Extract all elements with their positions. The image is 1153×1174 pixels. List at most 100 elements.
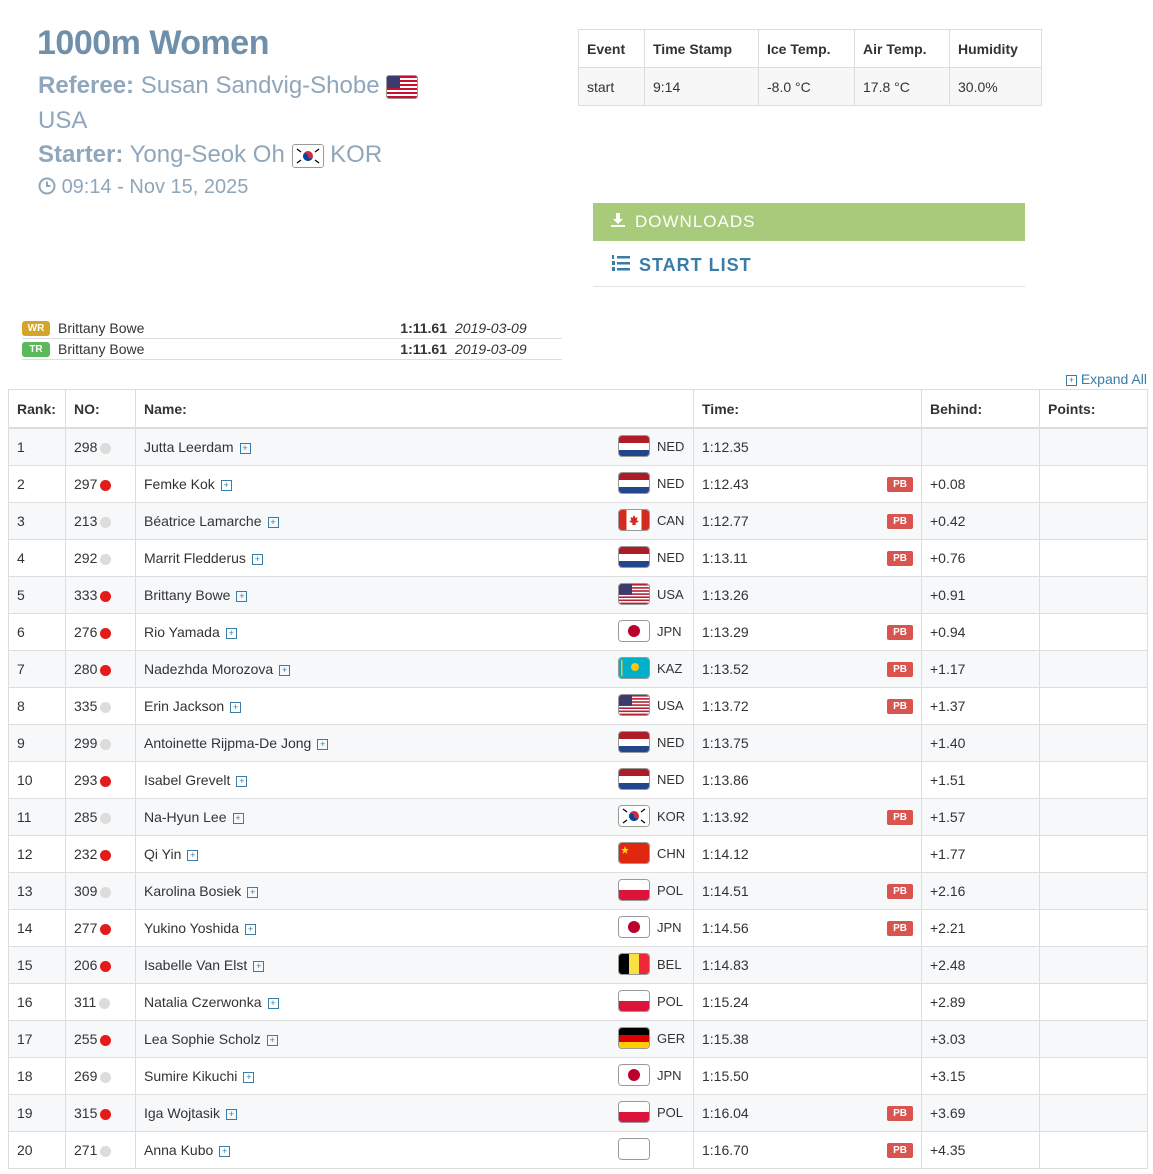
points-cell — [1039, 687, 1148, 725]
skater-name[interactable]: Iga Wojtasik — [144, 1105, 220, 1121]
nationality-code: JPN — [657, 623, 682, 639]
skater-name[interactable]: Marrit Fledderus — [144, 550, 246, 566]
behind-cell: +1.57 — [921, 798, 1040, 836]
expand-row-icon[interactable]: + — [317, 738, 329, 750]
behind-cell: +2.16 — [921, 872, 1040, 910]
expand-row-icon[interactable]: + — [279, 664, 291, 676]
expand-row-icon[interactable]: + — [243, 1071, 255, 1083]
skater-name[interactable]: Isabelle Van Elst — [144, 957, 247, 973]
skater-name[interactable]: Sumire Kikuchi — [144, 1068, 237, 1084]
skater-name[interactable]: Karolina Bosiek — [144, 883, 241, 899]
time-cell: 1:14.12 — [693, 835, 922, 873]
race-time: 1:13.11 — [702, 550, 748, 566]
rank-cell: 18 — [8, 1057, 66, 1095]
rank-cell: 10 — [8, 761, 66, 799]
start-list-button[interactable]: START LIST — [593, 244, 1025, 287]
expand-row-icon[interactable]: + — [225, 627, 237, 639]
rank-cell: 16 — [8, 983, 66, 1021]
table-row: 16 311 Natalia Czerwonka + POL 1:15.24 +2… — [8, 983, 1148, 1021]
pb-badge: PB — [887, 477, 913, 492]
expand-row-icon[interactable]: + — [219, 1145, 231, 1157]
race-time: 1:14.56 — [702, 920, 749, 936]
name-cell: Yukino Yoshida + JPN — [135, 909, 694, 947]
expand-row-icon[interactable]: + — [266, 1034, 278, 1046]
starter-name: Yong-Seok Oh — [129, 141, 285, 168]
points-cell — [1039, 576, 1148, 614]
skater-name[interactable]: Antoinette Rijpma-De Jong — [144, 735, 311, 751]
nationality: CAN — [618, 509, 685, 531]
grey-dot-icon — [99, 997, 111, 1009]
name-cell: Erin Jackson + USA — [135, 687, 694, 725]
table-row: 10 293 Isabel Grevelt + NED 1:13.86 +1.51 — [8, 761, 1148, 799]
points-cell — [1039, 1094, 1148, 1132]
expand-row-icon[interactable]: + — [267, 516, 279, 528]
expand-row-icon[interactable]: + — [247, 886, 259, 898]
expand-row-icon[interactable]: + — [230, 701, 242, 713]
race-time: 1:13.26 — [702, 587, 749, 603]
pb-badge: PB — [887, 884, 913, 899]
flag-icon — [618, 842, 650, 864]
behind-cell: +2.89 — [921, 983, 1040, 1021]
skater-name[interactable]: Yukino Yoshida — [144, 920, 239, 936]
kor-flag-icon — [291, 143, 324, 168]
number-cell: 277 — [65, 909, 136, 947]
skater-name[interactable]: Natalia Czerwonka — [144, 994, 262, 1010]
table-row: 19 315 Iga Wojtasik + POL 1:16.04 PB +3.6… — [8, 1094, 1148, 1132]
name-cell: Sumire Kikuchi + JPN — [135, 1057, 694, 1095]
skater-number: 309 — [74, 883, 98, 899]
expand-all-link[interactable]: + Expand All — [1065, 371, 1147, 387]
expand-row-icon[interactable]: + — [236, 590, 248, 602]
nationality — [618, 1138, 685, 1160]
conditions-event: start — [578, 67, 645, 106]
table-row: 12 232 Qi Yin + CHN 1:14.12 +1.77 — [8, 835, 1148, 873]
time-cell: 1:13.11 PB — [693, 539, 922, 577]
numbered-list-icon — [611, 254, 631, 277]
skater-name[interactable]: Qi Yin — [144, 846, 181, 862]
time-cell: 1:12.43 PB — [693, 465, 922, 503]
skater-name[interactable]: Béatrice Lamarche — [144, 513, 262, 529]
skater-name[interactable]: Erin Jackson — [144, 698, 224, 714]
rank-cell: 11 — [8, 798, 66, 836]
expand-row-icon[interactable]: + — [226, 1108, 237, 1120]
behind-cell: +2.21 — [921, 909, 1040, 947]
record-name: Brittany Bowe — [58, 320, 145, 336]
behind-cell: +3.15 — [921, 1057, 1040, 1095]
red-dot-icon — [100, 1108, 112, 1120]
skater-name[interactable]: Femke Kok — [144, 476, 215, 492]
expand-row-icon[interactable]: + — [251, 553, 263, 565]
name-cell: Isabelle Van Elst + BEL — [135, 946, 694, 984]
wr-badge: WR — [22, 320, 50, 336]
skater-name[interactable]: Anna Kubo — [144, 1142, 213, 1158]
behind-cell: +4.35 — [921, 1131, 1040, 1169]
skater-name[interactable]: Rio Yamada — [144, 624, 220, 640]
expand-row-icon[interactable]: + — [253, 960, 265, 972]
referee-label: Referee: — [38, 72, 135, 99]
expand-row-icon[interactable]: + — [236, 775, 248, 787]
skater-name[interactable]: Na-Hyun Lee — [144, 809, 227, 825]
expand-row-icon[interactable]: + — [220, 479, 232, 491]
expand-row-icon[interactable]: + — [187, 849, 199, 861]
nationality: NED — [618, 472, 685, 494]
grey-dot-icon — [100, 516, 112, 528]
skater-name[interactable]: Nadezhda Morozova — [144, 661, 273, 677]
number-cell: 298 — [65, 427, 136, 466]
expand-row-icon[interactable]: + — [232, 812, 244, 824]
nationality: USA — [618, 583, 685, 605]
conditions-header-timestamp: Time Stamp — [644, 29, 759, 68]
grey-dot-icon — [100, 1145, 112, 1157]
behind-cell: +0.76 — [921, 539, 1040, 577]
expand-row-icon[interactable]: + — [239, 442, 251, 454]
skater-name[interactable]: Isabel Grevelt — [144, 772, 230, 788]
skater-name[interactable]: Brittany Bowe — [144, 587, 230, 603]
expand-row-icon[interactable]: + — [267, 997, 279, 1009]
skater-number: 276 — [74, 624, 98, 640]
skater-name[interactable]: Jutta Leerdam — [144, 439, 234, 455]
starter-country: KOR — [330, 141, 383, 168]
points-cell — [1039, 798, 1148, 836]
rank-cell: 4 — [8, 539, 66, 577]
skater-name[interactable]: Lea Sophie Scholz — [144, 1031, 261, 1047]
expand-row-icon[interactable]: + — [244, 923, 256, 935]
downloads-button[interactable]: DOWNLOADS — [593, 203, 1025, 241]
number-cell: 292 — [65, 539, 136, 577]
rank-cell: 6 — [8, 613, 66, 651]
